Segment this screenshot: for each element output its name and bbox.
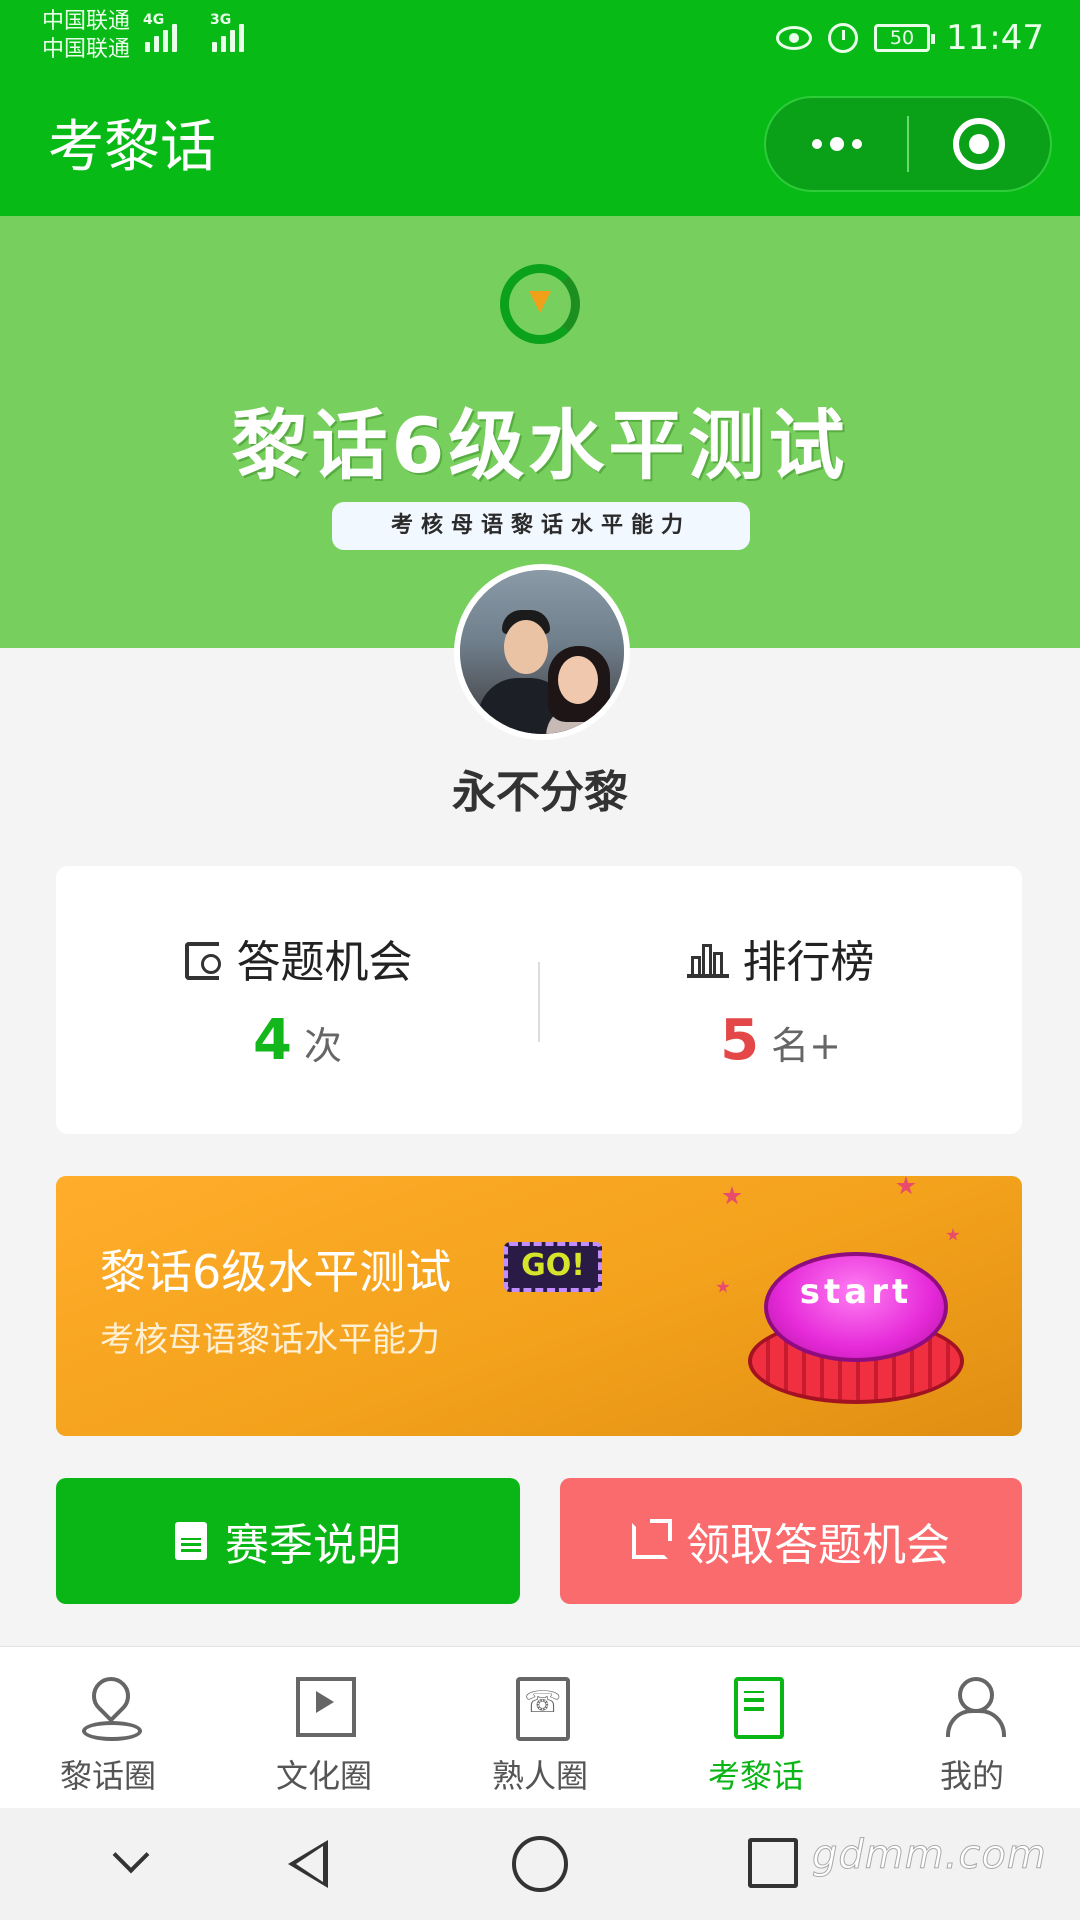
more-dots-icon xyxy=(811,139,822,149)
clock: 11:47 xyxy=(946,18,1044,58)
home-icon[interactable] xyxy=(508,1832,572,1896)
watermark: gdmm.com xyxy=(812,1832,1047,1879)
external-link-icon xyxy=(632,1519,672,1559)
answer-chances-unit: 次 xyxy=(303,1024,342,1068)
star-icon xyxy=(716,1280,730,1293)
battery-icon: 50 xyxy=(874,24,936,52)
signal-3g-icon: 3G xyxy=(210,12,244,52)
podium-icon xyxy=(686,938,729,978)
eye-icon xyxy=(776,26,813,50)
tab-exam[interactable]: 考黎话 xyxy=(648,1647,864,1808)
promo-title: 黎话6级水平测试 xyxy=(100,1245,452,1299)
tab-label: 文化圈 xyxy=(275,1757,372,1795)
ranking-stat[interactable]: 排行榜 5 名+ xyxy=(539,866,1022,1134)
tab-label: 黎话圈 xyxy=(59,1757,156,1795)
video-play-icon xyxy=(294,1675,356,1737)
tab-mine[interactable]: 我的 xyxy=(864,1647,1080,1808)
tab-culture-circle[interactable]: 文化圈 xyxy=(216,1647,432,1808)
avatar[interactable] xyxy=(454,564,630,740)
ranking-value: 5 xyxy=(720,1008,760,1073)
banner-tagline: 考核母语黎话水平能力 xyxy=(332,502,750,550)
tab-lihua-circle[interactable]: 黎话圈 xyxy=(0,1647,216,1808)
user-icon xyxy=(942,1675,1006,1737)
signal-4g-icon: 4G xyxy=(143,12,177,52)
star-icon xyxy=(896,1176,916,1195)
close-button[interactable] xyxy=(909,98,1050,190)
exam-paper-icon xyxy=(726,1675,786,1739)
ranking-unit: 名+ xyxy=(771,1024,841,1068)
tab-acquaintance-circle[interactable]: 熟人圈 xyxy=(432,1647,648,1808)
location-pin-icon xyxy=(78,1675,142,1741)
tab-label: 熟人圈 xyxy=(491,1757,588,1795)
hide-nav-icon[interactable] xyxy=(102,1832,166,1896)
target-circle-icon xyxy=(953,118,1006,170)
book-search-icon xyxy=(183,938,223,980)
stats-card: 答题机会 4 次 排行榜 5 名+ xyxy=(56,866,1022,1134)
ranking-label: 排行榜 xyxy=(742,937,875,988)
start-label: start xyxy=(764,1252,948,1362)
document-icon xyxy=(175,1522,207,1560)
start-test-card[interactable]: 黎话6级水平测试 GO! 考核母语黎话水平能力 start xyxy=(56,1176,1022,1436)
claim-chances-button[interactable]: 领取答题机会 xyxy=(560,1478,1022,1604)
app-logo-icon xyxy=(500,264,580,344)
tab-label: 我的 xyxy=(939,1757,1004,1795)
status-bar: 中国联通 中国联通 4G 3G 50 11:47 xyxy=(0,0,1080,80)
promo-subtitle: 考核母语黎话水平能力 xyxy=(100,1320,440,1360)
answer-chances-label: 答题机会 xyxy=(236,937,413,988)
carrier-1: 中国联通 xyxy=(42,9,131,34)
alarm-icon xyxy=(828,23,859,53)
answer-chances-stat[interactable]: 答题机会 4 次 xyxy=(56,866,539,1134)
back-icon[interactable] xyxy=(280,1832,344,1896)
carrier-2: 中国联通 xyxy=(42,37,131,62)
claim-chances-label: 领取答题机会 xyxy=(686,1520,950,1571)
bottom-tab-bar: 黎话圈 文化圈 熟人圈 考黎话 我的 xyxy=(0,1646,1080,1808)
more-button[interactable] xyxy=(766,98,907,190)
page-title: 考黎话 xyxy=(48,115,216,180)
season-info-label: 赛季说明 xyxy=(225,1520,401,1571)
tab-label: 考黎话 xyxy=(707,1757,804,1795)
start-button[interactable]: start xyxy=(736,1222,976,1422)
recent-apps-icon[interactable] xyxy=(742,1832,806,1896)
answer-chances-value: 4 xyxy=(253,1008,292,1073)
phone-book-icon xyxy=(510,1675,570,1741)
status-icons: 50 11:47 xyxy=(776,12,1044,64)
username: 永不分黎 xyxy=(452,767,628,818)
miniprogram-capsule xyxy=(764,96,1052,192)
go-badge: GO! xyxy=(504,1242,602,1292)
carrier-info: 中国联通 中国联通 xyxy=(42,8,130,64)
banner-title: 黎话6级水平测试 xyxy=(231,401,849,490)
season-info-button[interactable]: 赛季说明 xyxy=(56,1478,520,1604)
star-icon xyxy=(722,1186,742,1205)
